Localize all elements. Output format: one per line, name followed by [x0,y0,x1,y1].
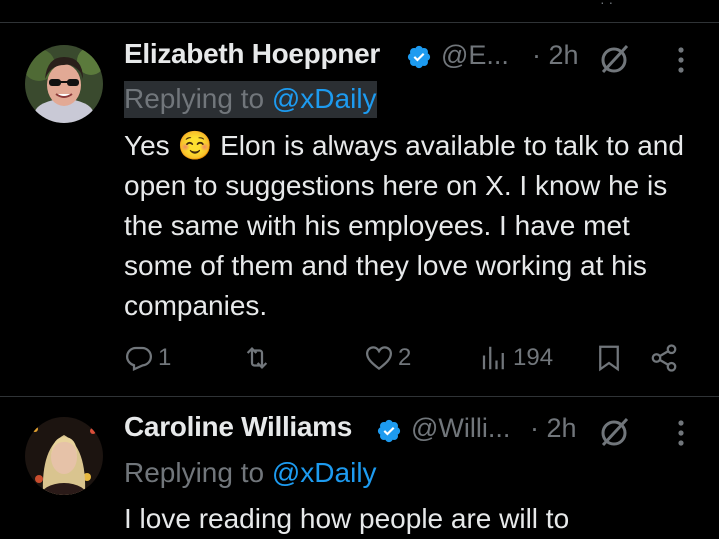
replying-to-line: Replying to @xDaily [124,457,377,489]
tweet-1[interactable]: Elizabeth Hoeppner @E... · 2h Replying t… [0,0,719,395]
replying-to-mention[interactable]: @xDaily [272,457,377,488]
views-icon [482,346,504,370]
repost-button[interactable] [242,338,276,378]
verified-badge-icon [377,419,401,443]
author-name[interactable]: Elizabeth Hoeppner [124,38,380,70]
more-dots-icon[interactable] [676,418,686,448]
replying-to-mention[interactable]: @xDaily [272,83,377,114]
grok-icon[interactable] [598,42,632,76]
like-count: 2 [398,344,412,371]
reply-count: 1 [158,344,172,371]
avatar-image [25,417,103,495]
replying-prefix: Replying to [124,83,272,114]
views-count: 194 [513,344,554,371]
views-button[interactable]: 194 [479,338,553,378]
avatar[interactable] [25,417,103,495]
reply-icon [125,346,153,371]
tweet-time[interactable]: · 2h [532,40,579,71]
tweet-actions: 1 2 194 [124,338,684,378]
tweet-body: I love reading how people are will to [124,503,570,534]
avatar[interactable] [25,45,103,123]
bookmark-button[interactable] [594,338,624,378]
like-button[interactable]: 2 [364,338,411,378]
author-name[interactable]: Caroline Williams [124,411,352,443]
repost-icon [246,347,268,369]
smile-emoji: ☺️ [177,129,213,162]
reply-button[interactable]: 1 [124,338,171,378]
replying-prefix: Replying to [124,457,272,488]
tweet-time[interactable]: · 2h [530,413,577,444]
replying-to-line: Replying to @xDaily [124,81,377,118]
avatar-image [25,45,103,123]
tweet-body-start: Yes [124,130,178,161]
grok-icon[interactable] [598,415,632,449]
verified-badge-icon [407,45,431,69]
heart-icon [365,346,393,371]
author-handle[interactable]: @Willi... [411,413,510,444]
more-dots-icon[interactable] [676,45,686,75]
tweet-2[interactable]: Caroline Williams @Willi... · 2h Replyin… [0,397,719,534]
author-handle[interactable]: @E... [441,40,509,71]
tweet-body: Yes ☺️ Elon is always available to talk … [124,126,704,326]
share-button[interactable] [649,338,679,378]
bookmark-icon [599,345,619,372]
share-icon [651,344,677,372]
